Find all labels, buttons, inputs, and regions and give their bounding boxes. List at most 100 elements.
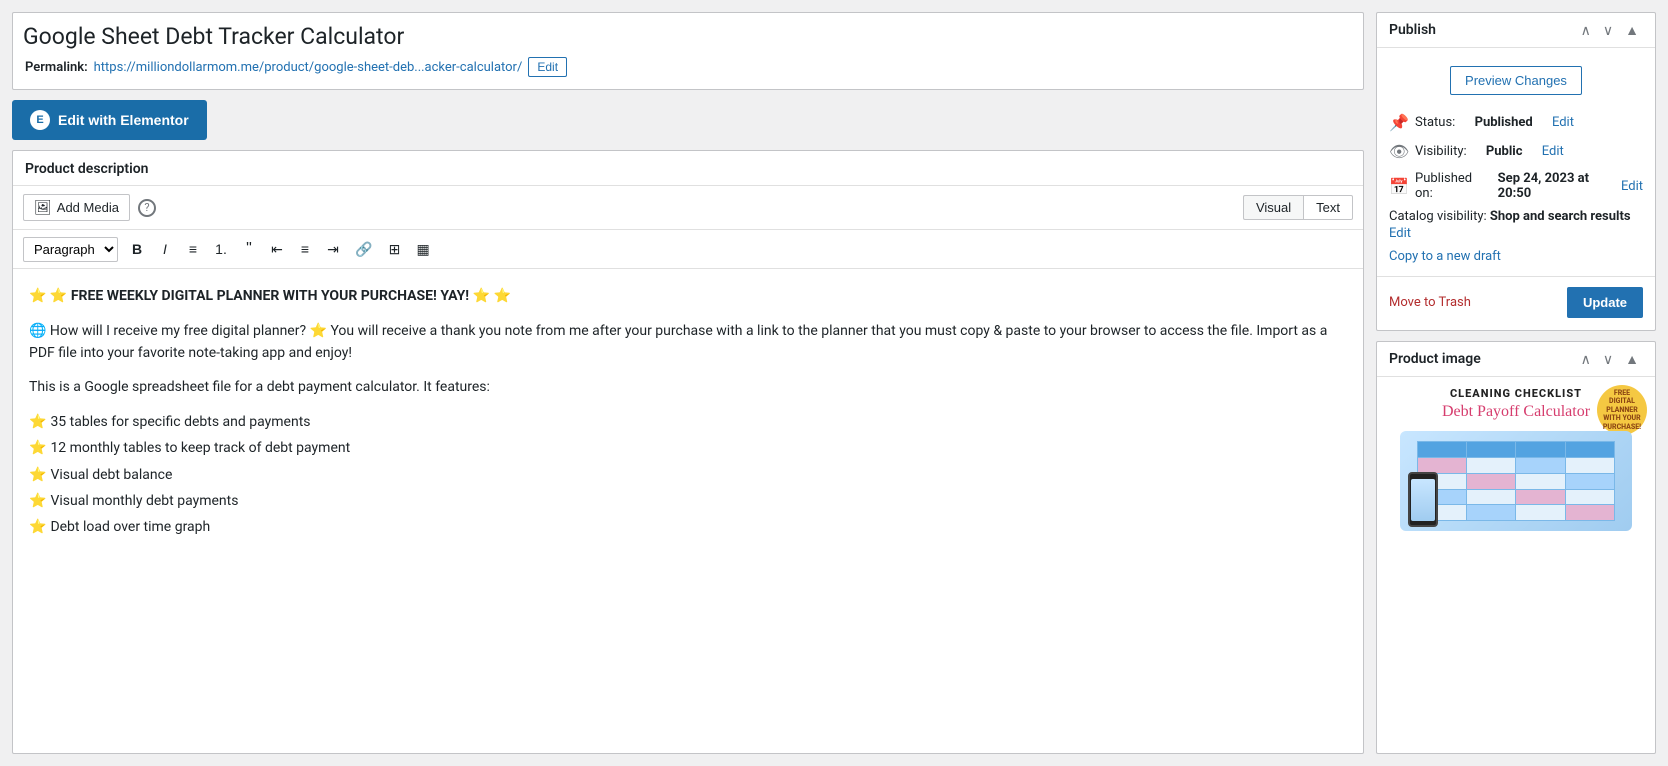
preview-changes-button[interactable]: Preview Changes	[1450, 66, 1582, 95]
permalink-label: Permalink:	[25, 60, 88, 75]
tab-visual[interactable]: Visual	[1243, 195, 1303, 220]
bullet-item-1: ⭐ 35 tables for specific debts and payme…	[29, 411, 1347, 433]
elementor-btn-label: Edit with Elementor	[58, 112, 189, 128]
visibility-edit-link[interactable]: Edit	[1542, 144, 1564, 159]
align-center-button[interactable]: ≡	[292, 237, 318, 261]
product-image-header-controls: ∧ ∨ ▲	[1577, 350, 1643, 368]
add-media-label: Add Media	[57, 200, 119, 215]
permalink-row: Permalink: https://milliondollarmom.me/p…	[23, 53, 1353, 81]
cell-p2	[1467, 474, 1515, 489]
edit-permalink-button[interactable]: Edit	[528, 57, 567, 77]
img-collapse-down-button[interactable]: ∨	[1599, 350, 1617, 368]
cell-p3	[1516, 490, 1564, 505]
bullet-star-1: ⭐	[29, 411, 46, 433]
img-collapse-toggle-button[interactable]: ▲	[1621, 350, 1643, 368]
align-left-button[interactable]: ⇤	[264, 237, 290, 261]
free-badge: FREE DIGITAL PLANNER WITH YOUR PURCHASE!	[1597, 385, 1647, 435]
align-right-button[interactable]: ⇥	[320, 237, 346, 261]
phone-mockup	[1408, 472, 1438, 527]
unordered-list-button[interactable]: ≡	[180, 237, 206, 261]
bullet-star-5: ⭐	[29, 516, 46, 538]
publish-actions: Move to Trash Update	[1377, 276, 1655, 330]
main-column: Permalink: https://milliondollarmom.me/p…	[12, 12, 1364, 754]
collapse-toggle-button[interactable]: ▲	[1621, 21, 1643, 39]
star-icon-2: ⭐	[50, 288, 67, 304]
cell-8	[1516, 505, 1564, 520]
collapse-up-button[interactable]: ∧	[1577, 21, 1595, 39]
editor-content-area[interactable]: ⭐ ⭐ FREE WEEKLY DIGITAL PLANNER WITH YOU…	[13, 269, 1363, 753]
blockquote-button[interactable]: "	[236, 236, 262, 262]
calendar-icon: 📅	[1389, 177, 1407, 196]
cell-h4	[1566, 442, 1614, 457]
catalog-visibility-value: Shop and search results	[1490, 209, 1631, 224]
visibility-icon: 👁	[1389, 142, 1407, 161]
bullet-text-1: 35 tables for specific debts and payment…	[50, 411, 310, 433]
catalog-visibility-label: Catalog visibility:	[1389, 209, 1487, 224]
cell-p1	[1418, 458, 1466, 473]
device-mockup	[1400, 431, 1632, 531]
update-button[interactable]: Update	[1567, 287, 1643, 318]
sidebar-column: Publish ∧ ∨ ▲ Preview Changes 📌 Status: …	[1376, 12, 1656, 754]
ordered-list-button[interactable]: 1.	[208, 237, 234, 261]
bullet-text-5: Debt load over time graph	[50, 516, 210, 538]
paragraph-format-select[interactable]: Paragraph Heading 1 Heading 2 Heading 3	[23, 237, 118, 262]
status-edit-link[interactable]: Edit	[1552, 115, 1574, 130]
publish-box: Publish ∧ ∨ ▲ Preview Changes 📌 Status: …	[1376, 12, 1656, 331]
cell-2	[1566, 458, 1614, 473]
table-button[interactable]: ⊞	[381, 237, 407, 261]
bullet-item-2: ⭐ 12 monthly tables to keep track of deb…	[29, 437, 1347, 459]
status-value: Published	[1475, 115, 1533, 130]
add-media-button[interactable]: 🖼 Add Media	[23, 194, 130, 221]
publish-header-controls: ∧ ∨ ▲	[1577, 21, 1643, 39]
status-icon: 📌	[1389, 113, 1407, 132]
bold-button[interactable]: B	[124, 237, 150, 261]
copy-to-draft-link[interactable]: Copy to a new draft	[1389, 249, 1643, 264]
visibility-row: 👁 Visibility: Public Edit	[1389, 142, 1643, 161]
tab-text[interactable]: Text	[1303, 195, 1353, 220]
bullet-item-3: ⭐ Visual debt balance	[29, 464, 1347, 486]
edit-with-elementor-button[interactable]: E Edit with Elementor	[12, 100, 207, 140]
published-on-label: Published on:	[1415, 171, 1478, 201]
publish-box-header: Publish ∧ ∨ ▲	[1377, 13, 1655, 48]
add-media-icon: 🖼	[34, 199, 52, 216]
status-row: 📌 Status: Published Edit	[1389, 113, 1643, 132]
globe-emoji: 🌐	[29, 323, 46, 339]
status-label: Status:	[1415, 115, 1455, 130]
cell-b2	[1566, 474, 1614, 489]
editor-toolbar-left: 🖼 Add Media ?	[23, 194, 156, 221]
cell-p4	[1566, 505, 1614, 520]
product-image-header: Product image ∧ ∨ ▲	[1377, 342, 1655, 377]
bullet-text-4: Visual monthly debt payments	[50, 490, 238, 512]
collapse-down-button[interactable]: ∨	[1599, 21, 1617, 39]
cell-5	[1467, 490, 1515, 505]
star-inline: ⭐	[310, 323, 327, 339]
spreadsheet-visual	[1417, 441, 1614, 521]
bullet-star-2: ⭐	[29, 437, 46, 459]
cell-b4	[1467, 505, 1515, 520]
publish-meta: 📌 Status: Published Edit 👁 Visibility: P…	[1377, 105, 1655, 209]
phone-screen	[1411, 479, 1435, 521]
checklist-title: CLEANING CHECKLIST	[1450, 387, 1582, 400]
help-icon[interactable]: ?	[138, 199, 156, 217]
post-title-input[interactable]	[23, 21, 1353, 53]
catalog-visibility-section: Catalog visibility: Shop and search resu…	[1377, 209, 1655, 245]
grid-button[interactable]: ▦	[409, 237, 436, 261]
published-on-edit-link[interactable]: Edit	[1621, 179, 1643, 194]
elementor-icon: E	[30, 110, 50, 130]
catalog-visibility-edit-link[interactable]: Edit	[1389, 226, 1643, 241]
link-button[interactable]: 🔗	[348, 237, 379, 261]
bullet-text-2: 12 monthly tables to keep track of debt …	[50, 437, 350, 459]
title-card: Permalink: https://milliondollarmom.me/p…	[12, 12, 1364, 90]
move-to-trash-link[interactable]: Move to Trash	[1389, 295, 1471, 310]
heading-text: FREE WEEKLY DIGITAL PLANNER WITH YOUR PU…	[71, 288, 469, 304]
cell-1	[1467, 458, 1515, 473]
product-image-content[interactable]: CLEANING CHECKLIST Debt Payoff Calculato…	[1377, 377, 1655, 753]
cell-h3	[1516, 442, 1564, 457]
permalink-link[interactable]: https://milliondollarmom.me/product/goog…	[94, 60, 523, 75]
content-line-3: This is a Google spreadsheet file for a …	[29, 376, 1347, 398]
img-collapse-up-button[interactable]: ∧	[1577, 350, 1595, 368]
product-image-display: CLEANING CHECKLIST Debt Payoff Calculato…	[1377, 377, 1655, 577]
product-description-card: Product description 🖼 Add Media ? Visual…	[12, 150, 1364, 754]
checklist-subtitle: Debt Payoff Calculator	[1442, 402, 1590, 421]
italic-button[interactable]: I	[152, 237, 178, 261]
